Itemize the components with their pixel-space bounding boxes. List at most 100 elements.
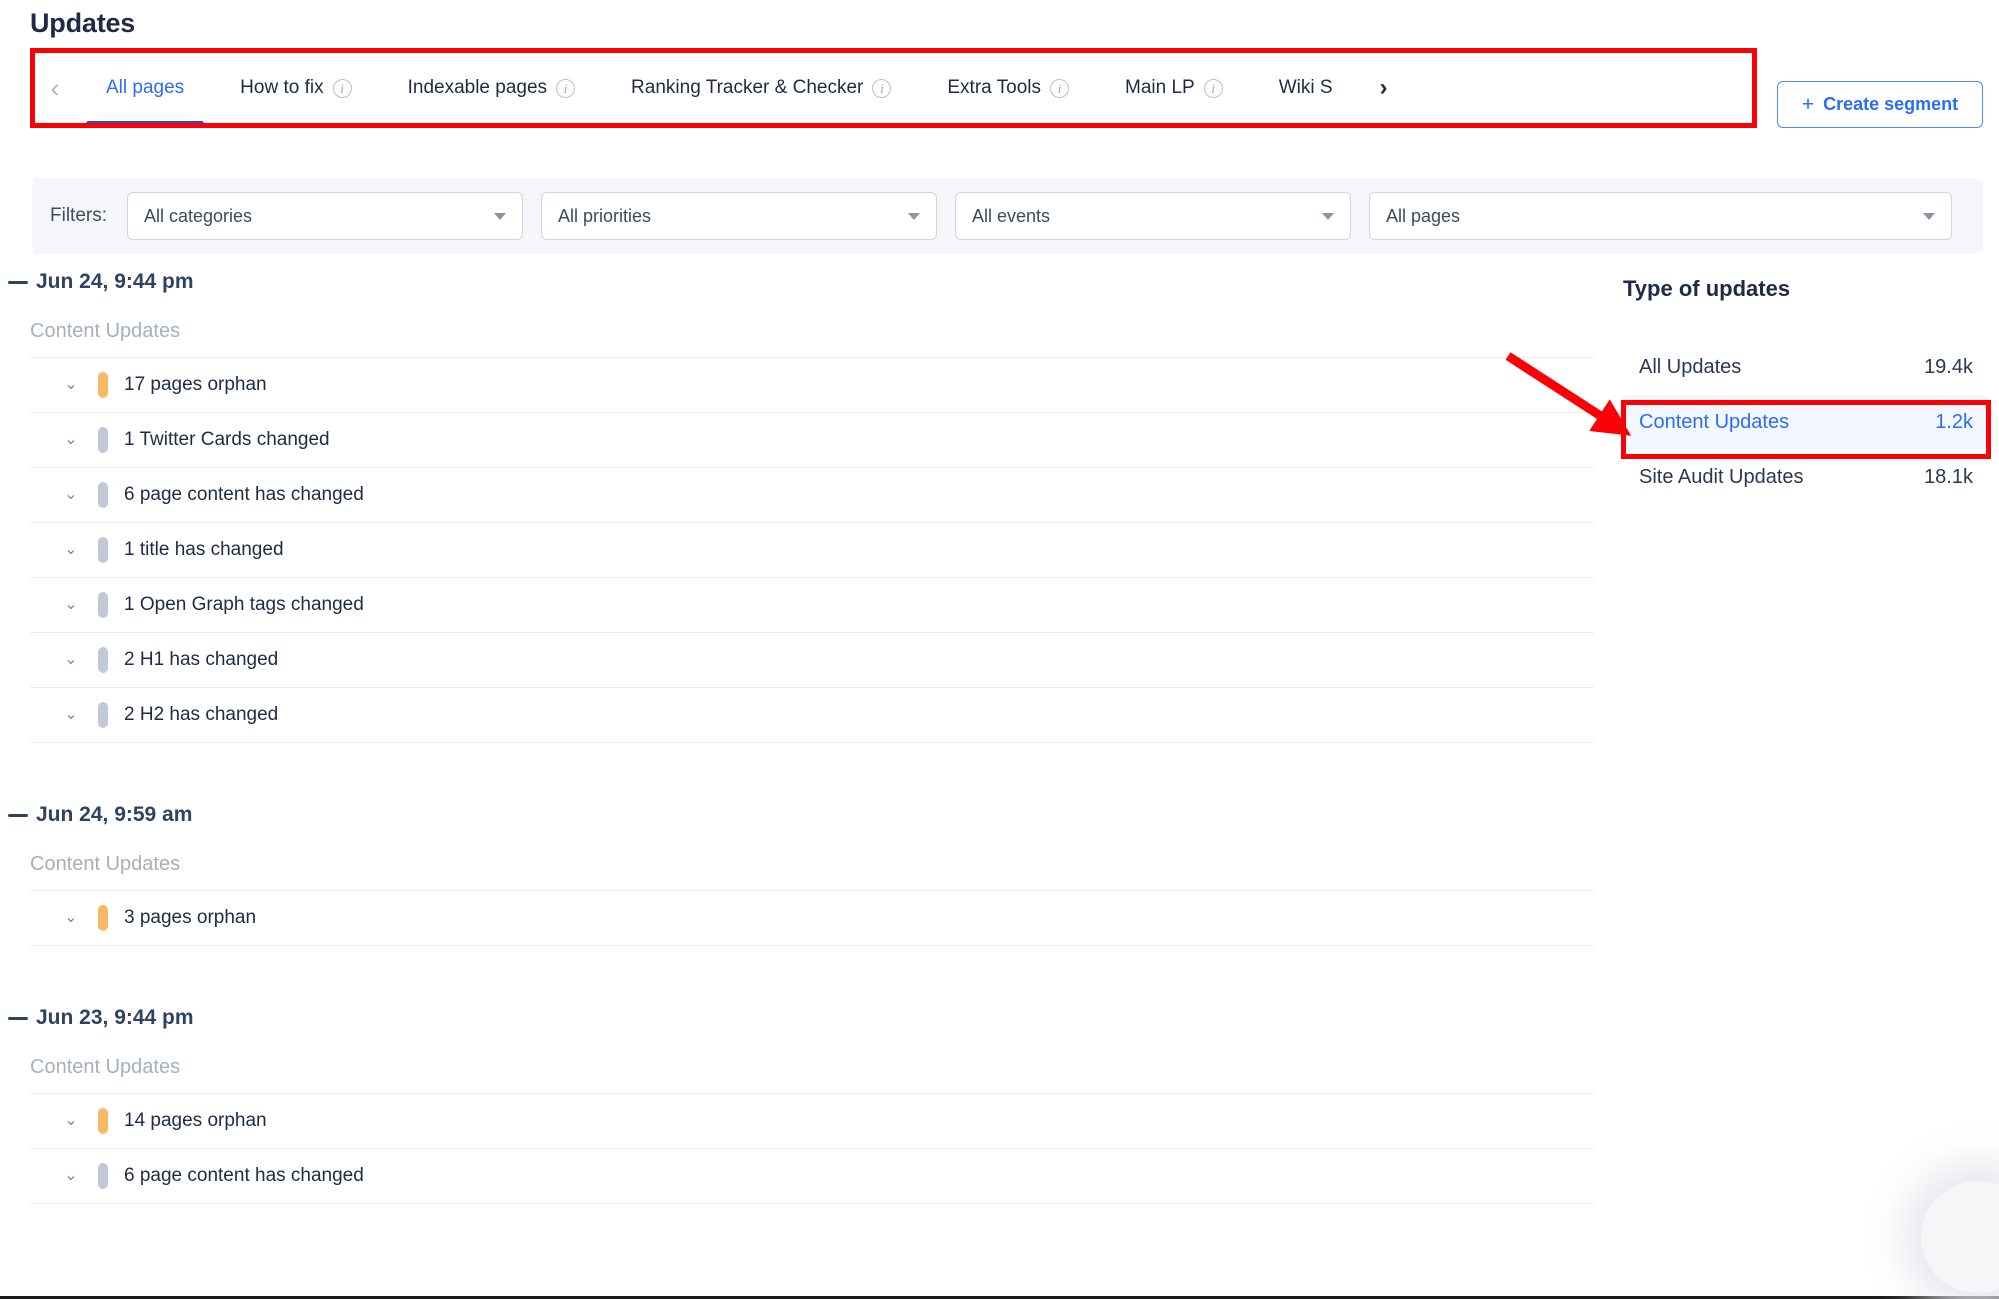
- updates-page: Updates ‹ All pages How to fix i Indexab…: [0, 0, 1999, 1299]
- chevron-right-icon[interactable]: ›: [1361, 76, 1407, 100]
- chevron-down-icon[interactable]: ⌄: [58, 1168, 84, 1184]
- timeline-date-label: Jun 24, 9:59 am: [36, 803, 193, 826]
- tab-main-lp[interactable]: Main LP i: [1097, 50, 1251, 126]
- severity-indicator: [98, 1108, 108, 1134]
- info-icon[interactable]: i: [332, 78, 352, 98]
- type-filter-label: All Updates: [1639, 356, 1742, 378]
- severity-indicator: [98, 427, 108, 453]
- filter-priorities-value: All priorities: [558, 205, 652, 226]
- info-icon[interactable]: i: [1203, 78, 1223, 98]
- filters-label: Filters:: [50, 205, 107, 226]
- filter-categories-value: All categories: [144, 205, 253, 226]
- chevron-down-icon[interactable]: ⌄: [58, 1113, 84, 1129]
- severity-indicator: [98, 905, 108, 931]
- tab-all-pages[interactable]: All pages: [78, 50, 212, 126]
- tab-indexable-pages[interactable]: Indexable pages i: [380, 50, 603, 126]
- tab-wiki-s[interactable]: Wiki S: [1251, 50, 1361, 126]
- info-icon[interactable]: i: [1050, 78, 1070, 98]
- type-filter-site-audit-updates[interactable]: Site Audit Updates 18.1k: [1623, 450, 1989, 505]
- tab-label: How to fix: [240, 77, 324, 98]
- filter-events-value: All events: [972, 205, 1051, 226]
- filter-pages-select[interactable]: All pages: [1369, 192, 1952, 240]
- filter-events-select[interactable]: All events: [955, 192, 1351, 240]
- chevron-down-icon[interactable]: ⌄: [58, 377, 84, 393]
- chevron-down-icon[interactable]: ⌄: [58, 597, 84, 613]
- timeline-date-header[interactable]: Jun 24, 9:59 am: [0, 803, 1600, 827]
- type-filter-content-updates[interactable]: Content Updates 1.2k: [1623, 395, 1989, 450]
- list-item[interactable]: ⌄ 1 Open Graph tags changed: [30, 578, 1594, 633]
- list-item-label: 6 page content has changed: [124, 484, 364, 505]
- list-item[interactable]: ⌄ 14 pages orphan: [30, 1094, 1594, 1149]
- tab-label: Ranking Tracker & Checker: [631, 77, 864, 98]
- chevron-down-icon[interactable]: ⌄: [58, 542, 84, 558]
- list-item-label: 1 Twitter Cards changed: [124, 429, 330, 450]
- timeline-group: Jun 24, 9:59 am Content Updates ⌄ 3 page…: [0, 803, 1600, 946]
- list-item[interactable]: ⌄ 6 page content has changed: [30, 468, 1594, 523]
- tab-label: Indexable pages: [407, 77, 548, 98]
- filter-categories-select[interactable]: All categories: [127, 192, 523, 240]
- timeline-date-header[interactable]: Jun 24, 9:44 pm: [0, 270, 1600, 294]
- type-filter-all-updates[interactable]: All Updates 19.4k: [1623, 340, 1989, 395]
- type-of-updates-title: Type of updates: [1623, 276, 1791, 301]
- list-item[interactable]: ⌄ 17 pages orphan: [30, 358, 1594, 413]
- segment-tabs-bar: ‹ All pages How to fix i Indexable pages…: [32, 50, 1756, 126]
- list-item-label: 3 pages orphan: [124, 907, 257, 928]
- collapse-minus-icon[interactable]: [8, 1016, 28, 1020]
- filters-bar: Filters: All categories All priorities A…: [32, 178, 1983, 254]
- list-item[interactable]: ⌄ 2 H1 has changed: [30, 633, 1594, 688]
- chevron-down-icon[interactable]: ⌄: [58, 487, 84, 503]
- timeline-date-label: Jun 23, 9:44 pm: [36, 1006, 194, 1029]
- timeline-rows: ⌄ 14 pages orphan ⌄ 6 page content has c…: [30, 1093, 1594, 1204]
- filter-pages-value: All pages: [1386, 205, 1461, 226]
- timeline-section-label: Content Updates: [30, 853, 181, 875]
- tab-extra-tools[interactable]: Extra Tools i: [919, 50, 1097, 126]
- severity-indicator: [98, 537, 108, 563]
- type-filter-label: Site Audit Updates: [1639, 466, 1804, 488]
- timeline-section-label: Content Updates: [30, 1056, 181, 1078]
- collapse-minus-icon[interactable]: [8, 813, 28, 817]
- segment-tabs-row: ‹ All pages How to fix i Indexable pages…: [32, 50, 1756, 126]
- list-item[interactable]: ⌄ 1 title has changed: [30, 523, 1594, 578]
- list-item[interactable]: ⌄ 1 Twitter Cards changed: [30, 413, 1594, 468]
- chevron-down-icon: [494, 212, 506, 220]
- chevron-down-icon: [1923, 212, 1935, 220]
- list-item-label: 6 page content has changed: [124, 1165, 364, 1186]
- chevron-down-icon[interactable]: ⌄: [58, 910, 84, 926]
- type-filter-count: 18.1k: [1924, 466, 1973, 488]
- type-filter-count: 19.4k: [1924, 356, 1973, 378]
- severity-indicator: [98, 482, 108, 508]
- timeline-rows: ⌄ 3 pages orphan: [30, 890, 1594, 946]
- chevron-down-icon[interactable]: ⌄: [58, 652, 84, 668]
- timeline-group: Jun 24, 9:44 pm Content Updates ⌄ 17 pag…: [0, 270, 1600, 743]
- filter-priorities-select[interactable]: All priorities: [541, 192, 937, 240]
- timeline-date-header[interactable]: Jun 23, 9:44 pm: [0, 1006, 1600, 1030]
- info-icon[interactable]: i: [872, 78, 892, 98]
- timeline-date-label: Jun 24, 9:44 pm: [36, 270, 194, 293]
- updates-timeline: Jun 24, 9:44 pm Content Updates ⌄ 17 pag…: [0, 270, 1600, 1204]
- chevron-down-icon[interactable]: ⌄: [58, 432, 84, 448]
- create-segment-label: Create segment: [1823, 94, 1959, 114]
- list-item[interactable]: ⌄ 3 pages orphan: [30, 891, 1594, 946]
- tabs-underline: [32, 124, 1756, 126]
- tab-ranking-tracker-checker[interactable]: Ranking Tracker & Checker i: [603, 50, 919, 126]
- type-of-updates-panel: Type of updates All Updates 19.4k Conten…: [1623, 276, 1989, 505]
- chevron-down-icon[interactable]: ⌄: [58, 707, 84, 723]
- type-filter-label: Content Updates: [1639, 411, 1790, 433]
- collapse-minus-icon[interactable]: [8, 280, 28, 284]
- severity-indicator: [98, 1163, 108, 1189]
- list-item[interactable]: ⌄ 6 page content has changed: [30, 1149, 1594, 1204]
- list-item[interactable]: ⌄ 2 H2 has changed: [30, 688, 1594, 743]
- create-segment-button[interactable]: + Create segment: [1777, 81, 1983, 128]
- tab-label: Wiki S: [1278, 77, 1333, 98]
- tab-label: All pages: [106, 77, 185, 98]
- list-item-label: 2 H1 has changed: [124, 649, 279, 670]
- chevron-left-icon[interactable]: ‹: [32, 75, 78, 101]
- list-item-label: 1 title has changed: [124, 539, 284, 560]
- tab-label: Extra Tools: [947, 77, 1042, 98]
- floating-chat-widget[interactable]: [1921, 1181, 1999, 1293]
- timeline-rows: ⌄ 17 pages orphan ⌄ 1 Twitter Cards chan…: [30, 357, 1594, 743]
- info-icon[interactable]: i: [556, 78, 576, 98]
- timeline-section-label: Content Updates: [30, 320, 181, 342]
- tab-how-to-fix[interactable]: How to fix i: [212, 50, 379, 126]
